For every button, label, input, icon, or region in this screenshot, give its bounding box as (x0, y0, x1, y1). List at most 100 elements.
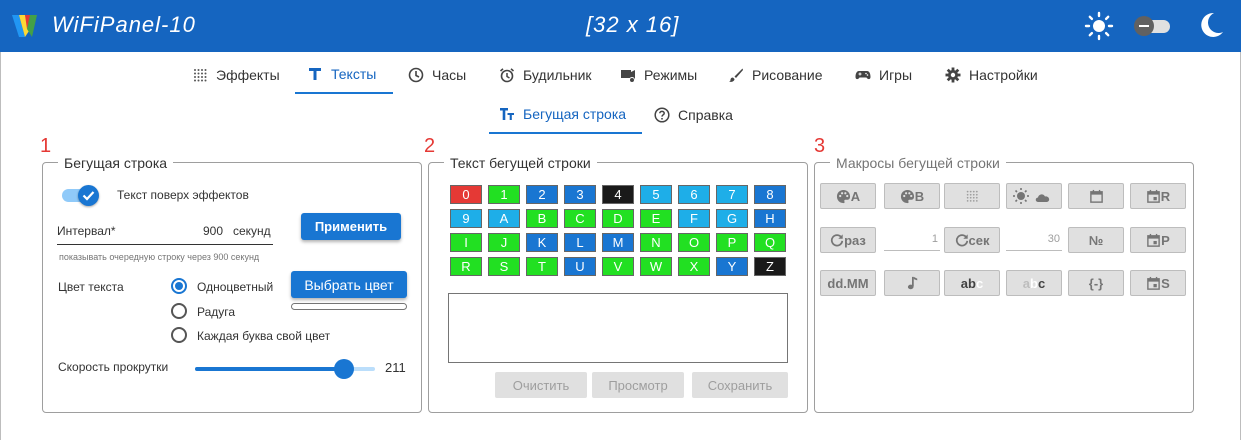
macro-button[interactable]: abc (1006, 270, 1062, 296)
tab-alarm[interactable]: Будильник (499, 56, 592, 94)
color-key-Z[interactable]: Z (754, 257, 786, 276)
color-key-B[interactable]: B (526, 209, 558, 228)
macro-label: № (1088, 232, 1104, 248)
color-key-G[interactable]: G (716, 209, 748, 228)
clear-button[interactable]: Очистить (495, 372, 587, 398)
color-key-K[interactable]: K (526, 233, 558, 252)
color-key-Y[interactable]: Y (716, 257, 748, 276)
tab-label: Будильник (523, 67, 592, 83)
subtab-help[interactable]: Справка (654, 96, 733, 134)
color-key-S[interactable]: S (488, 257, 520, 276)
slider-thumb[interactable] (334, 359, 355, 379)
macro-button[interactable]: № (1068, 227, 1124, 253)
color-key-6[interactable]: 6 (678, 185, 710, 204)
running-text-input[interactable] (448, 293, 788, 363)
frame-left-border (0, 52, 1, 440)
color-key-F[interactable]: F (678, 209, 710, 228)
color-key-9[interactable]: 9 (450, 209, 482, 228)
overlay-switch-label: Текст поверх эффектов (117, 188, 249, 202)
color-key-D[interactable]: D (602, 209, 634, 228)
macro-button[interactable]: {-} (1068, 270, 1124, 296)
macro-button[interactable]: S (1130, 270, 1186, 296)
color-key-I[interactable]: I (450, 233, 482, 252)
color-key-8[interactable]: 8 (754, 185, 786, 204)
macro-button[interactable] (884, 270, 940, 296)
panel-running-text: Текст бегущей строки 012345678 9ABCDEFGH I… (428, 155, 808, 413)
subtab-label: Справка (678, 107, 733, 123)
color-key-E[interactable]: E (640, 209, 672, 228)
color-key-4[interactable]: 4 (602, 185, 634, 204)
color-key-O[interactable]: O (678, 233, 710, 252)
tab-effects[interactable]: Эффекты (192, 56, 280, 94)
speed-slider[interactable] (195, 359, 375, 379)
subtab-running-line[interactable]: Бегущая строка (489, 96, 642, 134)
color-key-Q[interactable]: Q (754, 233, 786, 252)
color-key-5[interactable]: 5 (640, 185, 672, 204)
sun-icon[interactable] (1084, 11, 1114, 41)
color-key-V[interactable]: V (602, 257, 634, 276)
macro-button[interactable] (1068, 183, 1124, 209)
color-key-U[interactable]: U (564, 257, 596, 276)
tab-drawing[interactable]: Рисование (728, 56, 823, 94)
color-key-T[interactable]: T (526, 257, 558, 276)
color-key-H[interactable]: H (754, 209, 786, 228)
refresh-icon (831, 234, 844, 247)
macro-button[interactable]: A (820, 183, 876, 209)
app-header: WiFiPanel-10 [32 x 16] (0, 0, 1241, 52)
tab-games[interactable]: Игры (855, 56, 912, 94)
tab-settings[interactable]: Настройки (945, 56, 1038, 94)
overlay-switch[interactable] (62, 185, 100, 206)
macro-button[interactable]: dd.MM (820, 270, 876, 296)
macro-button[interactable] (944, 183, 1000, 209)
color-key-N[interactable]: N (640, 233, 672, 252)
color-key-3[interactable]: 3 (564, 185, 596, 204)
color-key-J[interactable]: J (488, 233, 520, 252)
color-key-A[interactable]: A (488, 209, 520, 228)
preview-button[interactable]: Просмотр (592, 372, 684, 398)
tab-clock[interactable]: Часы (408, 56, 466, 94)
matrix-size-label: [32 x 16] (586, 12, 680, 37)
color-key-0[interactable]: 0 (450, 185, 482, 204)
color-key-7[interactable]: 7 (716, 185, 748, 204)
color-key-M[interactable]: M (602, 233, 634, 252)
moon-icon[interactable] (1196, 10, 1226, 40)
radio-single-color[interactable] (171, 278, 187, 294)
macro-button[interactable]: R (1130, 183, 1186, 209)
color-key-2[interactable]: 2 (526, 185, 558, 204)
app-logo-icon (12, 15, 37, 37)
calendar-event-icon (1147, 276, 1160, 290)
tab-texts[interactable]: Тексты (295, 56, 393, 94)
color-key-P[interactable]: P (716, 233, 748, 252)
macro-button[interactable]: B (884, 183, 940, 209)
radio-label: Каждая буква свой цвет (197, 329, 331, 343)
pick-color-button[interactable]: Выбрать цвет (291, 271, 407, 298)
panel-number: 3 (814, 135, 826, 157)
text-color-label: Цвет текста (58, 280, 124, 294)
macro-button[interactable]: abc (944, 270, 1000, 296)
macro-button[interactable]: сек (944, 227, 1000, 253)
color-key-1[interactable]: 1 (488, 185, 520, 204)
macro-count-field[interactable]: 1 (884, 227, 940, 251)
color-key-R[interactable]: R (450, 257, 482, 276)
theme-toggle-switch[interactable] (1134, 16, 1170, 36)
radio-each-letter[interactable] (171, 327, 187, 343)
dots-grid-icon (194, 69, 207, 82)
radio-rainbow[interactable] (171, 303, 187, 319)
macro-label: abc (960, 275, 984, 291)
macro-button[interactable]: раз (820, 227, 876, 253)
macro-button[interactable] (1006, 183, 1062, 209)
palette-icon (836, 189, 850, 203)
color-key-C[interactable]: C (564, 209, 596, 228)
save-button[interactable]: Сохранить (692, 372, 788, 398)
macro-count-field[interactable]: 30 (1006, 227, 1062, 251)
color-key-L[interactable]: L (564, 233, 596, 252)
panel-number: 2 (424, 135, 436, 157)
weather-sun-cloud-icon (1013, 188, 1050, 204)
tab-label: Эффекты (216, 67, 280, 83)
color-key-X[interactable]: X (678, 257, 710, 276)
apply-button[interactable]: Применить (301, 213, 401, 240)
macro-button[interactable]: P (1130, 227, 1186, 253)
color-key-W[interactable]: W (640, 257, 672, 276)
interval-field[interactable]: Интервал* 900 секунд (57, 218, 273, 245)
tab-modes[interactable]: Режимы (620, 56, 697, 94)
